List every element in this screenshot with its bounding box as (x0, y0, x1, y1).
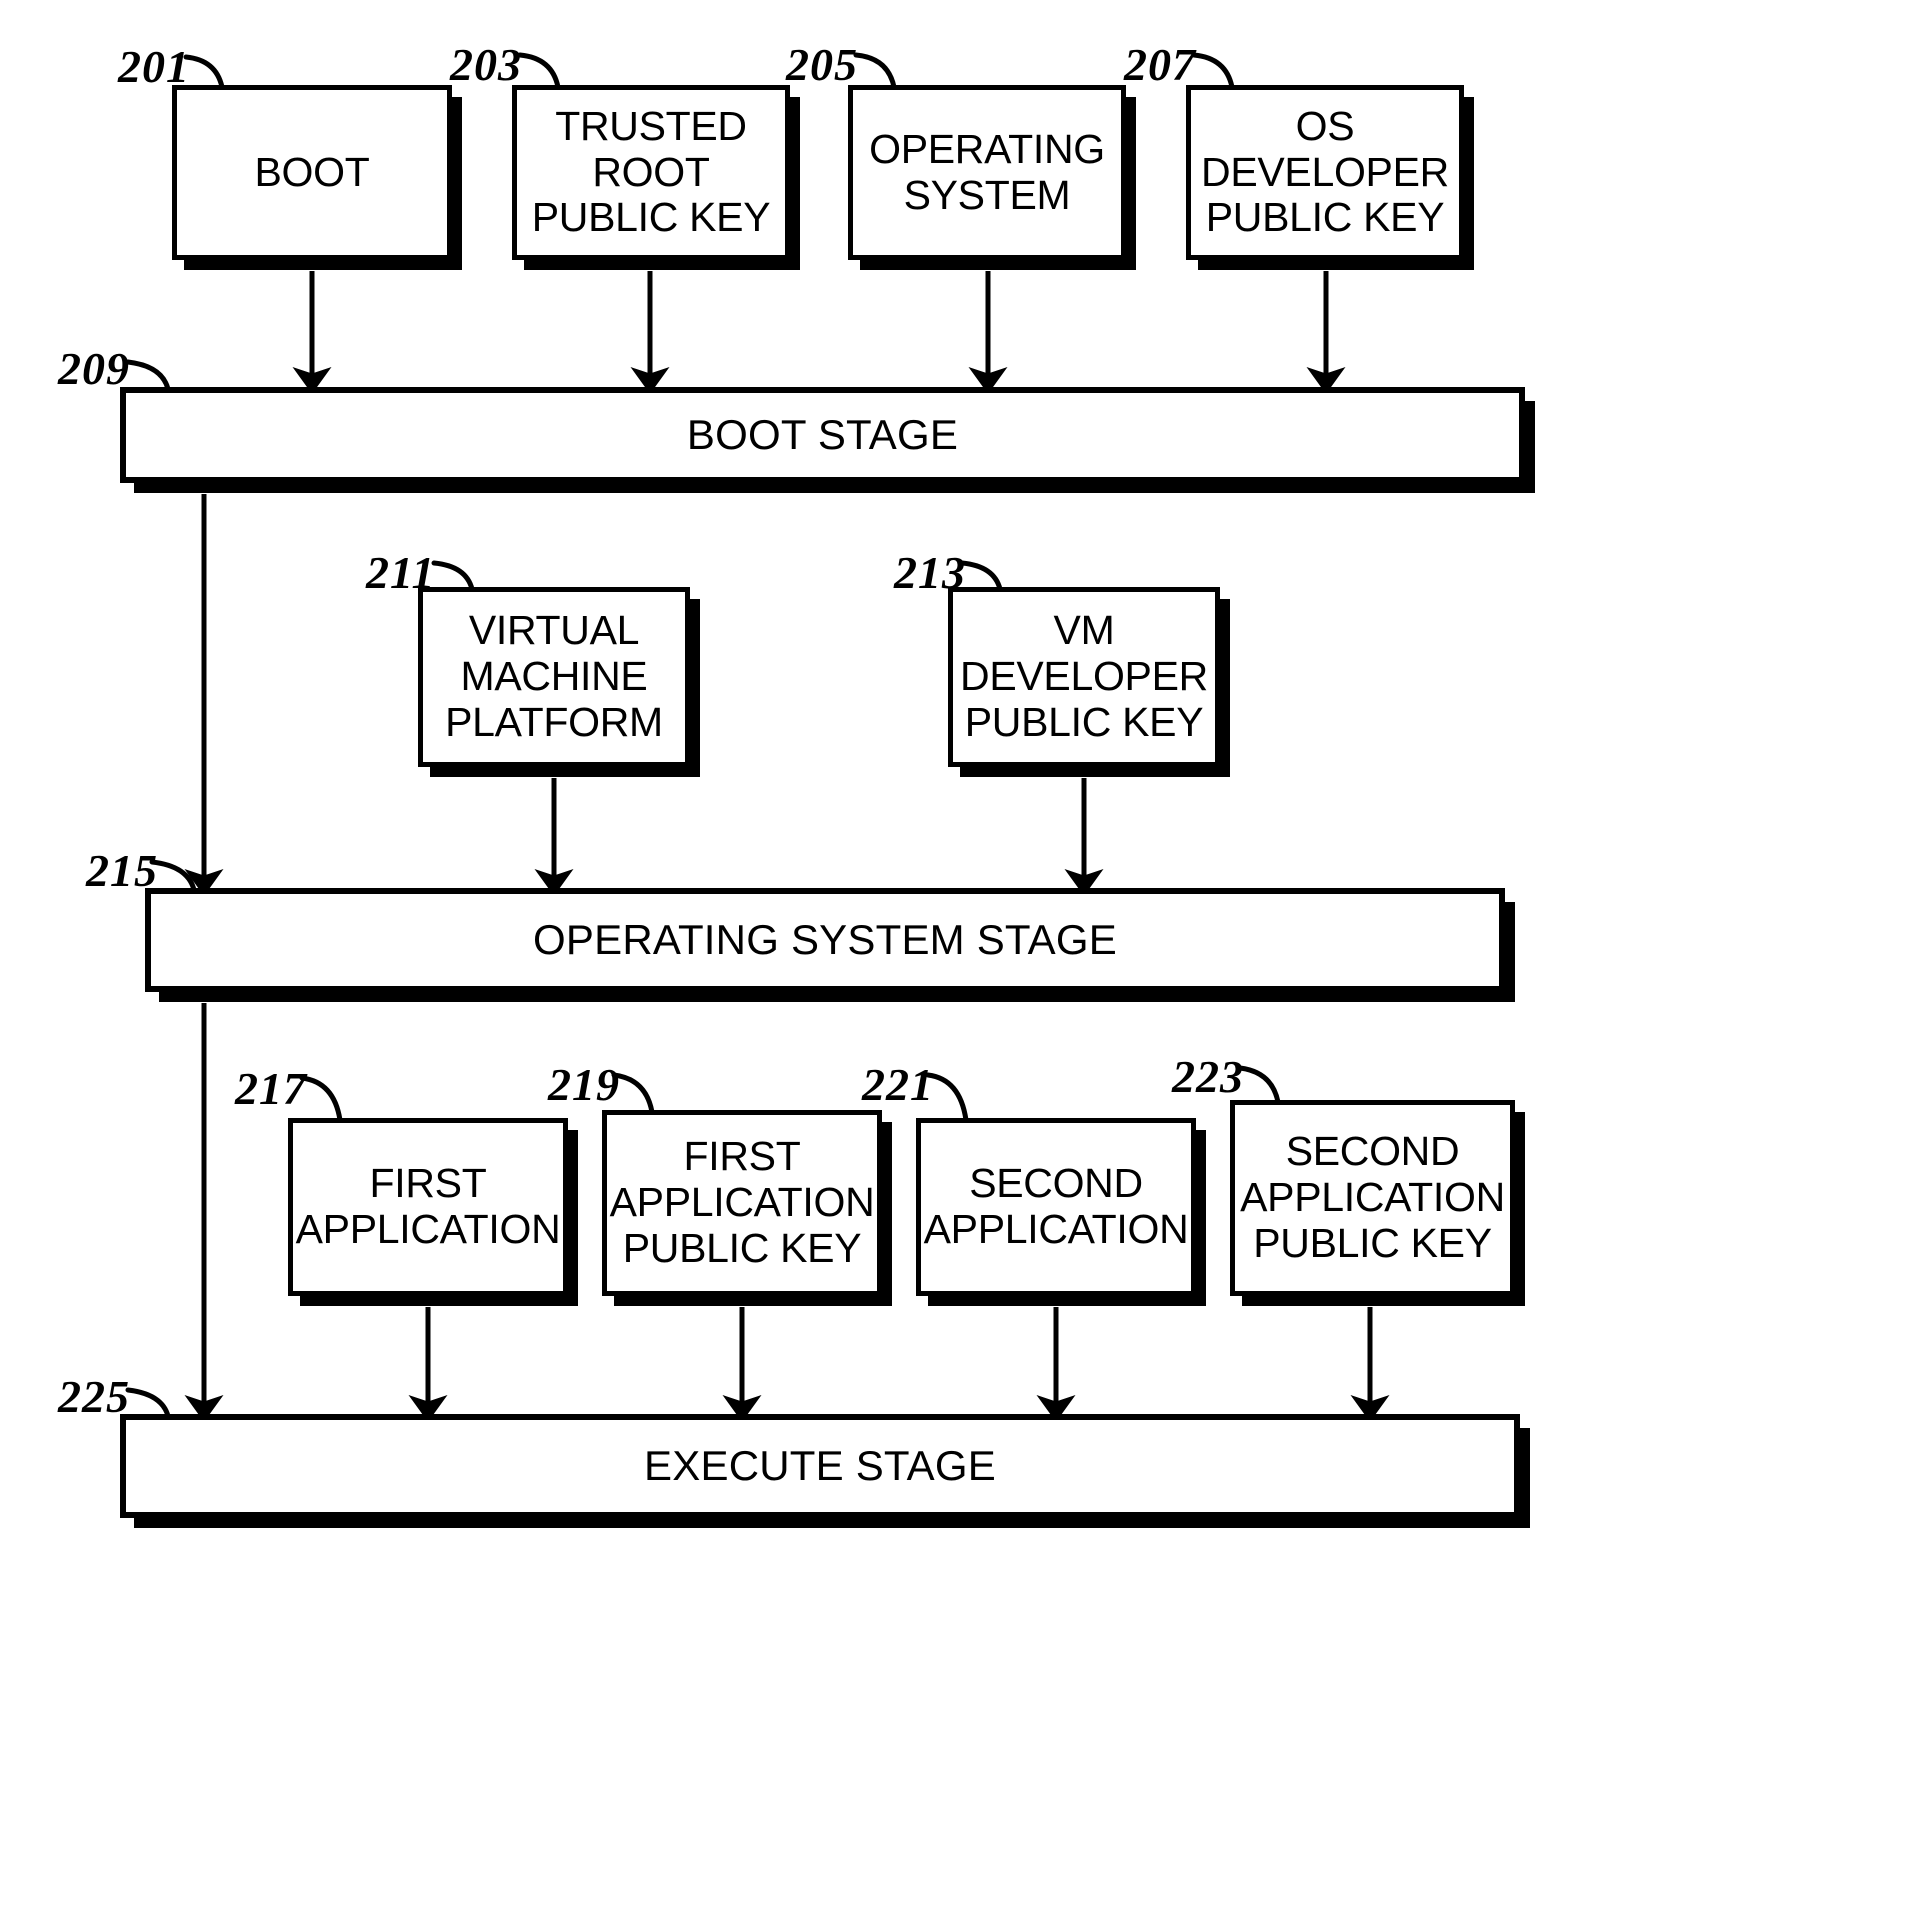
block-221: SECOND APPLICATION (916, 1118, 1196, 1296)
block-label-211: VIRTUAL MACHINE PLATFORM (445, 607, 663, 745)
stage-label-209: BOOT STAGE (686, 411, 959, 458)
leader-line-223 (1237, 1065, 1281, 1105)
stage-bar-215: OPERATING SYSTEM STAGE (145, 888, 1505, 992)
leader-line-209 (125, 359, 171, 392)
reference-numeral-217: 217 (235, 1063, 307, 1114)
stage-label-225: EXECUTE STAGE (644, 1442, 996, 1489)
reference-numeral-207: 207 (1124, 39, 1196, 90)
reference-numeral-211: 211 (366, 547, 436, 598)
block-219: FIRST APPLICATION PUBLIC KEY (602, 1110, 882, 1296)
leader-line-207 (1191, 52, 1235, 90)
reference-numeral-225: 225 (58, 1371, 130, 1422)
block-label-219: FIRST APPLICATION PUBLIC KEY (609, 1133, 875, 1271)
block-207: OS DEVELOPER PUBLIC KEY (1186, 85, 1464, 260)
leader-line-217 (299, 1075, 343, 1123)
reference-numeral-215: 215 (86, 845, 158, 896)
reference-numeral-221: 221 (862, 1059, 934, 1110)
stage-bar-225: EXECUTE STAGE (120, 1414, 1520, 1518)
reference-numeral-213: 213 (894, 547, 966, 598)
block-label-221: SECOND APPLICATION (923, 1160, 1189, 1252)
block-label-205: OPERATING SYSTEM (869, 125, 1105, 218)
leader-line-215 (149, 859, 197, 893)
leader-line-225 (125, 1387, 171, 1419)
block-213: VM DEVELOPER PUBLIC KEY (948, 587, 1220, 767)
stage-bar-209: BOOT STAGE (120, 387, 1525, 483)
block-201: BOOT (172, 85, 452, 260)
block-label-201: BOOT (254, 148, 370, 195)
block-205: OPERATING SYSTEM (848, 85, 1126, 260)
reference-numeral-219: 219 (548, 1059, 620, 1110)
reference-numeral-203: 203 (450, 39, 522, 90)
leader-line-201 (183, 54, 225, 90)
patent-figure: BOOT TRUSTED ROOT PUBLIC KEY OPERATING SYS… (0, 0, 1906, 1906)
leader-line-205 (853, 52, 897, 90)
leader-line-203 (517, 52, 561, 90)
block-label-223: SECOND APPLICATION PUBLIC KEY (1240, 1128, 1505, 1266)
leader-line-213 (959, 560, 1003, 592)
block-label-217: FIRST APPLICATION (295, 1160, 561, 1252)
reference-numeral-205: 205 (786, 39, 858, 90)
stage-label-215: OPERATING SYSTEM STAGE (533, 916, 1117, 963)
block-211: VIRTUAL MACHINE PLATFORM (418, 587, 690, 767)
block-203: TRUSTED ROOT PUBLIC KEY (512, 85, 790, 260)
leader-line-211 (431, 560, 475, 592)
block-label-207: OS DEVELOPER PUBLIC KEY (1201, 102, 1449, 241)
reference-numeral-209: 209 (58, 343, 130, 394)
block-217: FIRST APPLICATION (288, 1118, 568, 1296)
reference-numeral-223: 223 (1172, 1051, 1244, 1102)
block-label-213: VM DEVELOPER PUBLIC KEY (960, 607, 1208, 745)
block-223: SECOND APPLICATION PUBLIC KEY (1230, 1100, 1515, 1296)
block-label-203: TRUSTED ROOT PUBLIC KEY (531, 102, 771, 241)
reference-numeral-201: 201 (118, 41, 190, 92)
